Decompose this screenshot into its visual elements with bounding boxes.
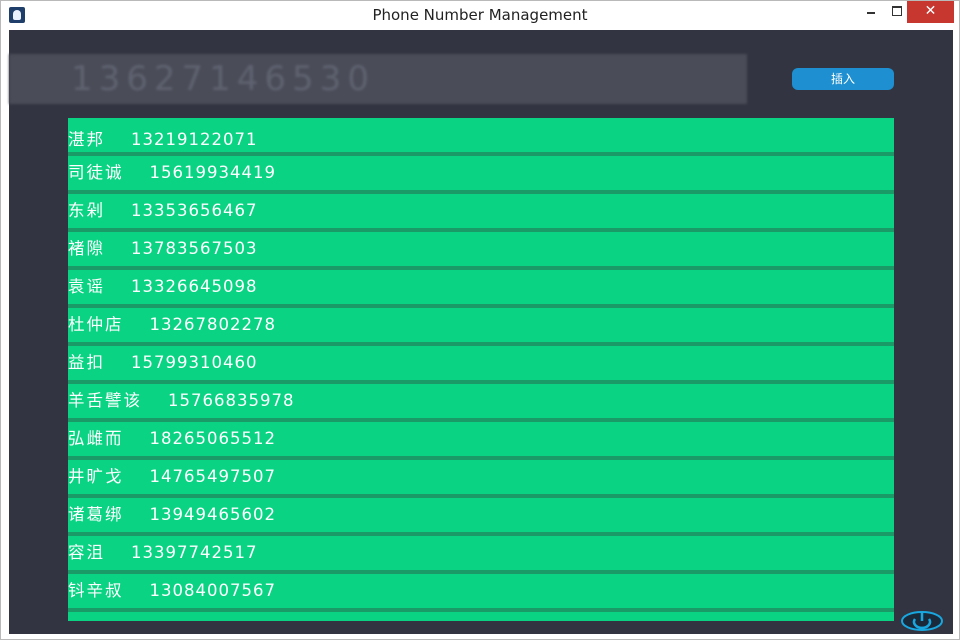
contact-phone: 13084007567 [149, 581, 276, 600]
list-item[interactable]: 益扣 15799310460 [68, 346, 894, 384]
contact-phone: 13326645098 [131, 277, 258, 296]
contact-phone: 13783567503 [131, 239, 258, 258]
minimize-button[interactable] [857, 1, 885, 23]
contact-name: 弘雌而 [68, 429, 124, 448]
contact-name: 杜仲店 [68, 315, 124, 334]
contact-phone: 13397742517 [131, 543, 258, 562]
list-item[interactable]: 东剁 13353656467 [68, 194, 894, 232]
contact-name: 容沮 [68, 543, 105, 562]
list-item[interactable]: 钭辛叔 13084007567 [68, 574, 894, 612]
insert-button[interactable]: 插入 [792, 68, 894, 90]
contact-phone: 15799310460 [131, 353, 258, 372]
list-item[interactable]: 司徒诚 15619934419 [68, 156, 894, 194]
main-panel: 插入 湛邦13219122071 司徒诚 15619934419 东剁 13353656… [9, 30, 953, 634]
contact-name: 褚隙 [68, 239, 105, 258]
contact-phone: 13949465602 [149, 505, 276, 524]
window-title: Phone Number Management [372, 6, 588, 24]
minimize-icon [867, 12, 875, 14]
list-item[interactable]: 诸葛绑 13949465602 [68, 498, 894, 536]
contact-name: 袁谣 [68, 277, 105, 296]
contact-phone: 14765497507 [149, 467, 276, 486]
maximize-icon [892, 6, 902, 16]
contact-phone: 13353656467 [131, 201, 258, 220]
list-item[interactable]: 羊舌譬该 15766835978 [68, 384, 894, 422]
list-item[interactable]: 褚隙 13783567503 [68, 232, 894, 270]
list-item[interactable]: 容沮 13397742517 [68, 536, 894, 574]
list-item[interactable]: 袁谣 13326645098 [68, 270, 894, 308]
phone-number-input[interactable] [9, 54, 747, 104]
contact-phone: 13267802278 [149, 315, 276, 334]
app-window: Phone Number Management ✕ 插入 湛邦132191220… [0, 0, 960, 640]
list-item[interactable]: 湛邦 13219122071 [68, 118, 894, 156]
contact-name: 钭辛叔 [68, 581, 124, 600]
contact-name: 井旷戈 [68, 467, 124, 486]
contact-name: 羊舌譬该 [68, 391, 142, 410]
list-item[interactable]: 杜仲店 13267802278 [68, 308, 894, 346]
list-item[interactable]: 弘雌而 18265065512 [68, 422, 894, 460]
title-bar[interactable]: Phone Number Management ✕ [1, 1, 959, 29]
power-icon[interactable] [900, 609, 944, 631]
contact-phone: 15766835978 [168, 391, 295, 410]
contact-phone: 15619934419 [149, 163, 276, 182]
close-button[interactable]: ✕ [907, 1, 954, 23]
contact-name: 诸葛绑 [68, 505, 124, 524]
contact-list[interactable]: 湛邦 13219122071 司徒诚 15619934419 东剁 13353656467… [68, 118, 894, 621]
close-icon: ✕ [924, 3, 937, 19]
contact-name: 东剁 [68, 201, 105, 220]
contact-name: 益扣 [68, 353, 105, 372]
contact-name: 司徒诚 [68, 163, 124, 182]
list-item[interactable]: 井旷戈 14765497507 [68, 460, 894, 498]
contact-phone: 18265065512 [149, 429, 276, 448]
